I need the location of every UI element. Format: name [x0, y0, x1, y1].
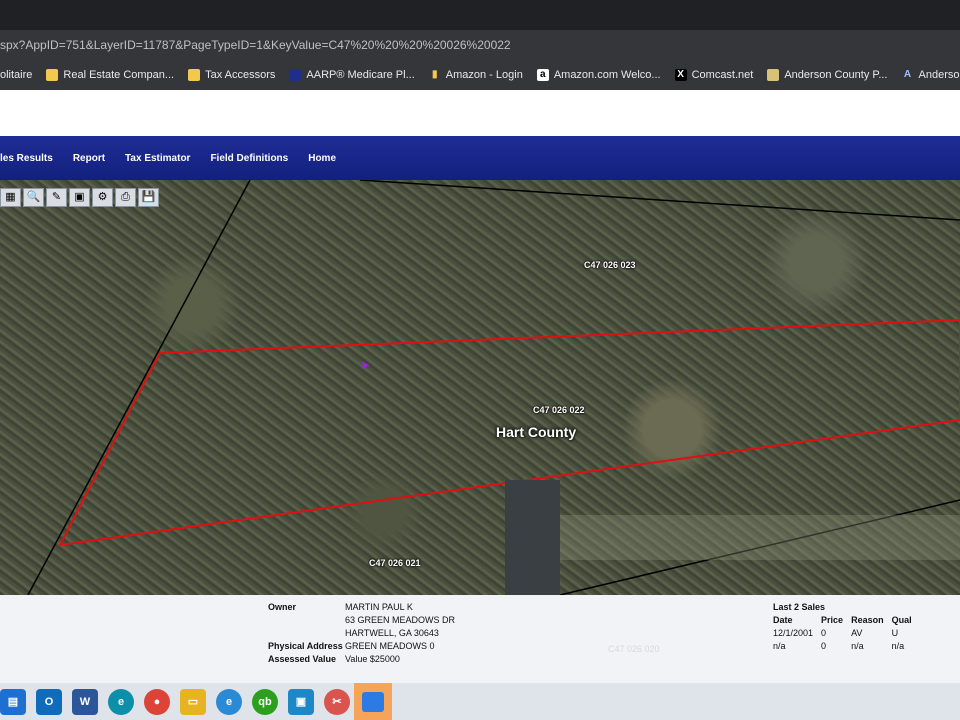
owner-address-line2: HARTWELL, GA 30643	[345, 628, 439, 638]
bookmark-anderson-county-p[interactable]: Anderson County P...	[767, 69, 888, 81]
last-sales: Last 2 Sales Date Price Reason Qual 12/1…	[773, 602, 920, 654]
identify-icon[interactable]: ⚙	[92, 188, 113, 207]
assessed-value-label: Assessed Value	[268, 654, 337, 664]
physical-address-label: Physical Address	[268, 641, 343, 651]
nav-report[interactable]: Report	[73, 153, 105, 164]
bookmark-comcast[interactable]: X Comcast.net	[674, 69, 754, 81]
address-bar[interactable]: spx?AppID=751&LayerID=11787&PageTypeID=1…	[0, 30, 960, 60]
nav-home[interactable]: Home	[308, 153, 336, 164]
sales-cell: n/a	[773, 641, 786, 651]
bookmark-aarp[interactable]: AARP® Medicare Pl...	[289, 69, 415, 81]
assessed-value: Value $25000	[345, 654, 400, 664]
county-label: Hart County	[496, 424, 577, 440]
map-toolbar: ▦ 🔍 ✎ ▣ ⚙ ⎙ 💾	[0, 188, 159, 207]
parcel-label: C47 026 023	[584, 260, 636, 270]
sales-cell: n/a	[851, 641, 864, 651]
sales-table: Date Price Reason Qual 12/1/2001 0 AV U …	[773, 615, 920, 654]
site-nav: les Results Report Tax Estimator Field D…	[0, 136, 960, 180]
bookmark-label: Tax Accessors	[205, 69, 276, 81]
faded-parcel-label: C47 026 020	[608, 644, 660, 654]
bookmark-label: Real Estate Compan...	[63, 69, 175, 81]
save-icon[interactable]: 💾	[138, 188, 159, 207]
snipping-tool-icon[interactable]: ✂	[324, 688, 350, 715]
bookmark-tax-accessors[interactable]: Tax Accessors	[188, 69, 275, 81]
word-icon[interactable]: W	[72, 688, 98, 715]
aerial-map[interactable]: C47 026 023 C47 026 022 C47 026 021 Hart…	[0, 180, 960, 595]
bookmark-amazon-welcome[interactable]: a Amazon.com Welco...	[536, 69, 661, 81]
chart-bars-icon: ▮	[432, 69, 438, 80]
page-header-area	[0, 90, 960, 136]
physical-address-value: GREEN MEADOWS 0	[345, 641, 435, 651]
letter-a-icon: A	[903, 69, 912, 80]
parcel-info-panel: Owner MARTIN PAUL K 63 GREEN MEADOWS DR …	[0, 595, 960, 683]
aarp-icon	[289, 69, 302, 81]
bookmark-label: Comcast.net	[691, 69, 754, 81]
sales-title: Last 2 Sales	[773, 602, 826, 612]
mouse-cursor-icon: ➤	[360, 358, 371, 372]
bookmark-label: Anderson Cty SC Re...	[918, 69, 960, 81]
bookmark-label: olitaire	[0, 69, 33, 81]
zoom-icon[interactable]: 🔍	[23, 188, 44, 207]
bookmarks-bar: olitaire Real Estate Compan... Tax Acces…	[0, 60, 960, 90]
bookmark-amazon-login[interactable]: ▮ Amazon - Login	[429, 69, 523, 81]
parcel-label: C47 026 022	[533, 405, 585, 415]
owner-label: Owner	[268, 602, 297, 612]
table-row: 12/1/2001 0 AV U	[773, 628, 920, 641]
sales-cell: U	[891, 628, 899, 638]
quickbooks-icon[interactable]: qb	[252, 688, 278, 715]
photos-icon[interactable]	[354, 683, 392, 720]
sales-header: Price	[821, 615, 844, 625]
pencil-icon[interactable]: ✎	[46, 188, 67, 207]
nav-sales-results[interactable]: les Results	[0, 153, 53, 164]
parcel-overlay	[27, 180, 960, 595]
print-icon[interactable]: ⎙	[115, 188, 136, 207]
owner-address-line1: 63 GREEN MEADOWS DR	[345, 615, 456, 625]
sales-cell: 0	[821, 628, 827, 638]
folder-icon	[188, 69, 201, 81]
layers-icon[interactable]: ▦	[0, 188, 21, 207]
parcel-label: C47 026 021	[369, 558, 421, 568]
house-roof	[505, 480, 560, 595]
edge-icon[interactable]: e	[108, 688, 134, 715]
bookmark-real-estate[interactable]: Real Estate Compan...	[46, 69, 174, 81]
windows-taskbar: ▤ O W e ● ▭ e qb ▣ ✂	[0, 683, 960, 720]
county-seal-icon	[767, 69, 780, 81]
bookmark-label: Anderson County P...	[784, 69, 888, 81]
url-text[interactable]: spx?AppID=751&LayerID=11787&PageTypeID=1…	[0, 38, 511, 52]
internet-explorer-icon[interactable]: e	[216, 688, 242, 715]
sales-cell: 12/1/2001	[773, 628, 814, 638]
amazon-icon: a	[536, 69, 549, 81]
parcel-boundary-line	[27, 180, 251, 595]
sales-cell: AV	[851, 628, 863, 638]
owner-name: MARTIN PAUL K	[345, 602, 413, 612]
table-row: n/a 0 n/a n/a	[773, 641, 920, 654]
sales-header: Reason	[851, 615, 884, 625]
sales-cell: n/a	[891, 641, 905, 651]
parcel-boundary-line	[359, 180, 960, 221]
nav-field-definitions[interactable]: Field Definitions	[210, 153, 288, 164]
bookmark-label: Amazon.com Welco...	[553, 69, 661, 81]
sales-header: Qual	[891, 615, 912, 625]
outlook-icon[interactable]: O	[36, 688, 62, 715]
select-icon[interactable]: ▣	[69, 188, 90, 207]
sales-cell: 0	[821, 641, 827, 651]
remote-desktop-icon[interactable]: ▣	[288, 688, 314, 715]
driveway	[560, 515, 960, 560]
chrome-icon[interactable]: ●	[144, 688, 170, 715]
file-explorer-icon[interactable]: ▭	[180, 688, 206, 715]
sales-header: Date	[773, 615, 793, 625]
bookmark-label: AARP® Medicare Pl...	[306, 69, 415, 81]
x-icon: X	[674, 69, 687, 81]
bookmark-solitaire[interactable]: olitaire	[0, 69, 32, 81]
browser-title-bar	[0, 0, 960, 30]
store-icon[interactable]: ▤	[0, 688, 26, 715]
bookmark-label: Amazon - Login	[445, 69, 523, 81]
folder-icon	[46, 69, 59, 81]
nav-tax-estimator[interactable]: Tax Estimator	[125, 153, 190, 164]
bookmark-anderson-cty-sc[interactable]: A Anderson Cty SC Re...	[902, 69, 960, 81]
